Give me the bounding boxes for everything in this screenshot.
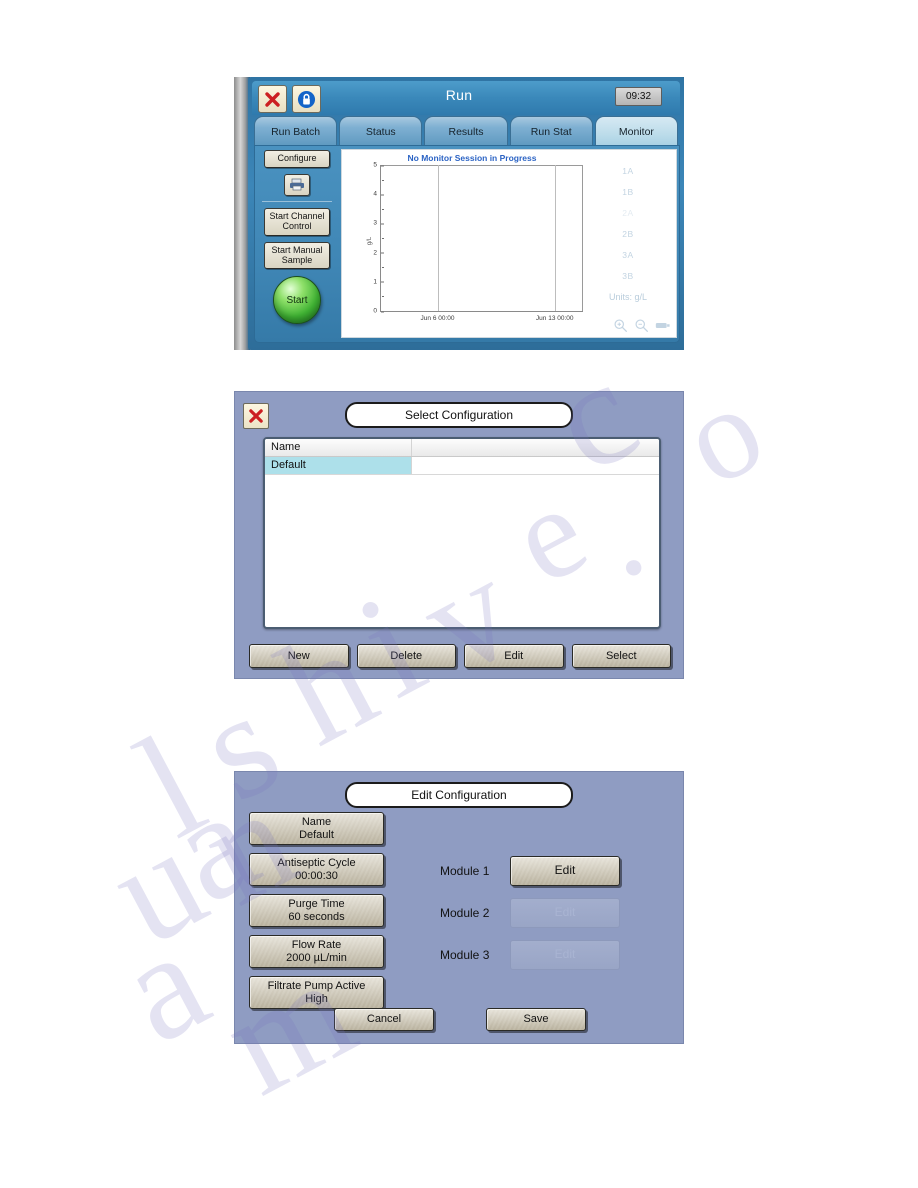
module-row-3: Module 3 Edit (440, 940, 675, 970)
legend-item-3b[interactable]: 3B (586, 271, 670, 281)
zoom-in-icon[interactable] (613, 318, 628, 333)
configuration-settings-list: Name Default Antiseptic Cycle 00:00:30 P… (249, 812, 384, 1017)
module-1-edit-button[interactable]: Edit (510, 856, 620, 886)
chart-title: No Monitor Session in Progress (407, 153, 537, 163)
list-header-row: Name (265, 439, 659, 457)
chart-legend: 1A 1B 2A 2B 3A 3B Units: g/L (586, 166, 670, 302)
monitor-sidebar: Configure Start Channel Control Start Ma… (259, 150, 335, 336)
setting-filtrate-pump-active-value: High (305, 992, 328, 1005)
monitor-tab-panel: Configure Start Channel Control Start Ma… (254, 145, 680, 343)
tab-results[interactable]: Results (424, 116, 508, 146)
y-tick-3: 3 (373, 220, 384, 227)
setting-antiseptic-cycle-value: 00:00:30 (295, 869, 338, 882)
configuration-list[interactable]: Name Default (263, 437, 661, 629)
chart-plot-area: 5 4 3 2 1 0 Jun 6 00:00 Jun 13 00:00 (373, 162, 583, 322)
edit-config-title: Edit Configuration (345, 782, 573, 808)
edit-configuration-dialog: Edit Configuration Name Default Antisept… (234, 771, 684, 1044)
setting-purge-time-button[interactable]: Purge Time 60 seconds (249, 894, 384, 927)
column-header-name: Name (265, 439, 412, 456)
start-channel-control-button[interactable]: Start Channel Control (264, 207, 330, 236)
y-tick-0: 0 (373, 308, 384, 315)
edit-button[interactable]: Edit (464, 644, 564, 668)
plot-right-border (582, 165, 583, 311)
zoom-out-icon[interactable] (634, 318, 649, 333)
legend-item-2a[interactable]: 2A (586, 208, 670, 218)
setting-purge-time-value: 60 seconds (288, 910, 345, 923)
watermark-text: u (85, 795, 230, 977)
delete-button[interactable]: Delete (356, 644, 456, 668)
configure-button[interactable]: Configure (264, 150, 330, 168)
y-tick-2: 2 (373, 249, 384, 256)
select-config-title: Select Configuration (345, 402, 573, 428)
watermark-text: a (94, 897, 232, 1075)
setting-antiseptic-cycle-label: Antiseptic Cycle (277, 856, 356, 869)
x-tick-1: Jun 13 00:00 (535, 315, 574, 322)
setting-name-label: Name (301, 815, 332, 828)
column-header-blank (412, 439, 659, 456)
tab-monitor[interactable]: Monitor (594, 116, 679, 146)
setting-flow-rate-button[interactable]: Flow Rate 2000 µL/min (249, 935, 384, 968)
x-tick-0: Jun 6 00:00 (420, 315, 455, 322)
select-configuration-dialog: Select Configuration Name Default New De… (234, 391, 684, 679)
save-button[interactable]: Save (486, 1008, 586, 1031)
plot-top-border (381, 165, 583, 166)
setting-flow-rate-value: 2000 µL/min (286, 951, 347, 964)
config-name-cell: Default (265, 457, 412, 474)
select-config-close-button[interactable] (243, 403, 269, 429)
module-2-edit-button: Edit (510, 898, 620, 928)
watermark-text: l (113, 702, 229, 870)
legend-item-1b[interactable]: 1B (586, 187, 670, 197)
module-row-2: Module 2 Edit (440, 898, 675, 928)
legend-item-3a[interactable]: 3A (586, 250, 670, 260)
device-screenshot: Run 09:32 Run Batch Status Results Run S… (234, 77, 684, 350)
start-button[interactable]: Start (273, 276, 321, 325)
setting-filtrate-pump-active-button[interactable]: Filtrate Pump Active High (249, 976, 384, 1009)
sidebar-divider (262, 200, 332, 202)
edit-config-footer: Cancel Save (235, 1008, 685, 1031)
y-tick-1: 1 (373, 278, 384, 285)
tab-run-batch[interactable]: Run Batch (254, 116, 338, 146)
y-tick-5: 5 (373, 162, 384, 169)
setting-filtrate-pump-active-label: Filtrate Pump Active (267, 979, 366, 992)
chart-toolbar (613, 318, 670, 333)
config-blank-cell (412, 457, 659, 474)
module-3-edit-button: Edit (510, 940, 620, 970)
y-tick-4: 4 (373, 191, 384, 198)
module-2-label: Module 2 (440, 906, 490, 920)
setting-name-button[interactable]: Name Default (249, 812, 384, 845)
plot-vline-1 (437, 165, 439, 311)
select-config-footer: New Delete Edit Select (249, 644, 671, 668)
chart-y-axis-label: g/L (367, 236, 374, 246)
chart-units-label: Units: g/L (608, 292, 648, 302)
legend-item-2b[interactable]: 2B (586, 229, 670, 239)
tab-status[interactable]: Status (339, 116, 423, 146)
setting-name-value: Default (299, 828, 334, 841)
tab-bar: Run Batch Status Results Run Stat Monito… (254, 116, 679, 146)
module-row-1: Module 1 Edit (440, 856, 675, 886)
module-list: Module 1 Edit Module 2 Edit Module 3 Edi… (440, 856, 675, 982)
module-3-label: Module 3 (440, 948, 490, 962)
select-button[interactable]: Select (571, 644, 671, 668)
new-button[interactable]: New (249, 644, 349, 668)
cancel-button[interactable]: Cancel (334, 1008, 434, 1031)
setting-antiseptic-cycle-button[interactable]: Antiseptic Cycle 00:00:30 (249, 853, 384, 886)
start-manual-sample-button[interactable]: Start Manual Sample (264, 241, 330, 270)
monitor-chart: No Monitor Session in Progress g/L 5 4 3… (341, 149, 677, 338)
print-button[interactable] (284, 173, 310, 196)
setting-purge-time-label: Purge Time (288, 897, 345, 910)
pan-icon[interactable] (655, 320, 670, 331)
list-item[interactable]: Default (265, 457, 659, 475)
setting-flow-rate-label: Flow Rate (291, 938, 342, 951)
clock-display: 09:32 (615, 87, 662, 106)
module-1-label: Module 1 (440, 864, 490, 878)
legend-item-1a[interactable]: 1A (586, 166, 670, 176)
plot-vline-2 (554, 165, 556, 311)
close-x-icon (249, 409, 263, 423)
tab-run-stat[interactable]: Run Stat (509, 116, 593, 146)
printer-icon (290, 179, 304, 191)
